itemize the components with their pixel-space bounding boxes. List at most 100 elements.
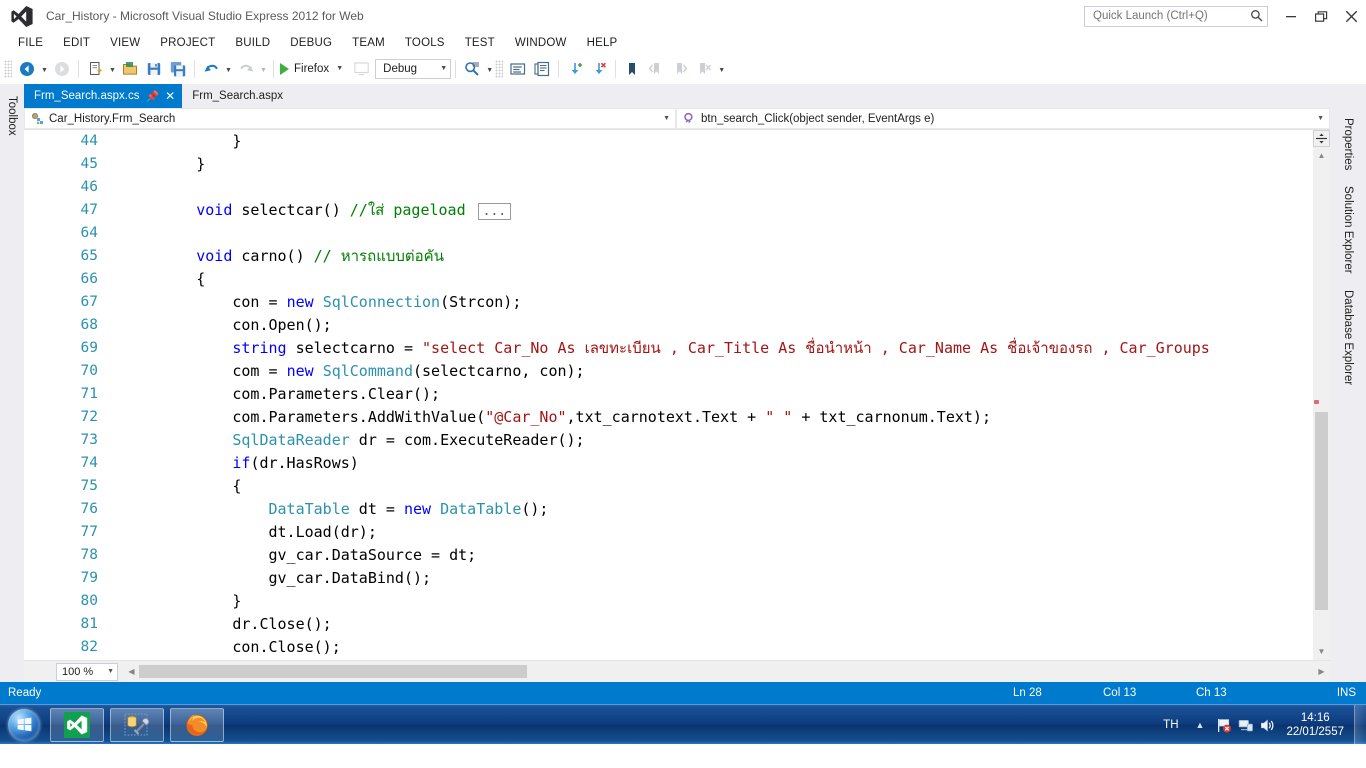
- clock[interactable]: 14:16 22/01/2557: [1278, 711, 1354, 739]
- comment-selection-icon[interactable]: [506, 57, 530, 81]
- code-line[interactable]: com = new SqlCommand(selectcarno, con);: [124, 360, 1313, 383]
- code-line[interactable]: com.Parameters.AddWithValue("@Car_No",tx…: [124, 406, 1313, 429]
- menu-view[interactable]: VIEW: [100, 34, 150, 52]
- code-line[interactable]: con.Open();: [124, 314, 1313, 337]
- menu-help[interactable]: HELP: [577, 34, 628, 52]
- horizontal-scroll-thumb[interactable]: [139, 665, 527, 678]
- toolbar-grip[interactable]: [4, 59, 12, 78]
- add-existing-item-icon[interactable]: [118, 57, 142, 81]
- split-view-handle[interactable]: [1313, 130, 1330, 147]
- start-button[interactable]: [4, 707, 44, 743]
- increase-indent-icon[interactable]: [563, 57, 587, 81]
- solution-configuration-select[interactable]: Debug ▼: [375, 58, 452, 79]
- taskbar-item-visual-studio[interactable]: [50, 707, 104, 742]
- sidebar-item-database-explorer[interactable]: Database Explorer: [1338, 282, 1358, 394]
- code-line[interactable]: com.Parameters.Clear();: [124, 383, 1313, 406]
- menu-tools[interactable]: TOOLS: [395, 34, 455, 52]
- tab-frm-search-aspx-cs[interactable]: Frm_Search.aspx.cs 📌 ✕: [24, 84, 183, 108]
- navigate-back-dropdown[interactable]: ▼: [39, 57, 50, 81]
- code-line[interactable]: dt.Load(dr);: [124, 521, 1313, 544]
- quick-launch-box[interactable]: [1084, 5, 1268, 27]
- code-line[interactable]: void selectcar() //ใส่ pageload ...: [124, 199, 1313, 222]
- menu-debug[interactable]: DEBUG: [280, 34, 342, 52]
- collapsed-region-marker[interactable]: ...: [477, 203, 512, 220]
- scroll-up-arrow[interactable]: ▲: [1313, 147, 1330, 164]
- toolbar-overflow-chevron[interactable]: ▼: [716, 57, 727, 81]
- menu-build[interactable]: BUILD: [225, 34, 280, 52]
- scroll-right-arrow[interactable]: ▶: [1313, 663, 1330, 680]
- horizontal-scroll-track[interactable]: [139, 663, 1313, 680]
- code-line[interactable]: [124, 222, 1313, 245]
- action-center-flag-icon[interactable]: [1212, 714, 1234, 736]
- code-line[interactable]: string selectcarno = "select Car_No As เ…: [124, 337, 1313, 360]
- start-debugging-dropdown[interactable]: ▼: [334, 65, 345, 72]
- menu-team[interactable]: TEAM: [342, 34, 395, 52]
- code-line[interactable]: [124, 176, 1313, 199]
- show-desktop-button[interactable]: [1354, 705, 1366, 745]
- menu-project[interactable]: PROJECT: [150, 34, 225, 52]
- code-text-surface[interactable]: } } void selectcar() //ใส่ pageload ... …: [124, 130, 1313, 660]
- close-button[interactable]: [1336, 3, 1366, 29]
- volume-icon[interactable]: [1256, 714, 1278, 736]
- code-line[interactable]: }: [124, 659, 1313, 660]
- toolbar-grip-2[interactable]: [495, 59, 504, 78]
- show-hidden-icons-chevron[interactable]: ▲: [1188, 720, 1213, 730]
- taskbar-item-sql-server-tool[interactable]: [110, 707, 164, 742]
- code-line[interactable]: dr.Close();: [124, 613, 1313, 636]
- decrease-indent-icon[interactable]: [587, 57, 611, 81]
- save-all-icon[interactable]: [166, 57, 190, 81]
- menu-window[interactable]: WINDOW: [505, 34, 577, 52]
- minimize-button[interactable]: [1276, 3, 1306, 29]
- code-editor[interactable]: 44 45 46 47 64 65 66 67 68 69 70 71 72 73 74 75 76 77 78 79…: [24, 130, 1330, 660]
- code-line[interactable]: SqlDataReader dr = com.ExecuteReader();: [124, 429, 1313, 452]
- uncomment-selection-icon[interactable]: [530, 57, 554, 81]
- code-line[interactable]: }: [124, 590, 1313, 613]
- code-line[interactable]: if(dr.HasRows): [124, 452, 1313, 475]
- network-icon[interactable]: [1234, 714, 1256, 736]
- find-in-files-icon[interactable]: [460, 57, 484, 81]
- editor-vertical-scrollbar[interactable]: ▲ ▼: [1313, 130, 1330, 660]
- scroll-left-arrow[interactable]: ◀: [124, 663, 139, 680]
- code-line[interactable]: void carno() // หารถแบบต่อคัน: [124, 245, 1313, 268]
- new-item-icon[interactable]: [83, 57, 107, 81]
- menu-edit[interactable]: EDIT: [53, 34, 100, 52]
- vertical-scroll-thumb[interactable]: [1315, 412, 1328, 610]
- code-line[interactable]: {: [124, 475, 1313, 498]
- restore-button[interactable]: [1306, 3, 1336, 29]
- vertical-scroll-track[interactable]: [1313, 164, 1330, 643]
- tab-frm-search-aspx[interactable]: Frm_Search.aspx: [182, 84, 290, 108]
- code-token: selectcarno =: [286, 339, 423, 357]
- code-line[interactable]: }: [124, 130, 1313, 153]
- menu-test[interactable]: TEST: [455, 34, 505, 52]
- navigate-back-icon[interactable]: [15, 57, 39, 81]
- undo-dropdown[interactable]: ▼: [223, 57, 234, 81]
- start-debugging-button[interactable]: Firefox ▼: [278, 57, 349, 81]
- member-dropdown[interactable]: btn_search_Click(object sender, EventArg…: [676, 108, 1330, 129]
- status-bar: Ready Ln 28 Col 13 Ch 13 INS: [0, 682, 1366, 704]
- tray-language-indicator[interactable]: TH: [1154, 719, 1187, 731]
- quick-launch-input[interactable]: [1093, 10, 1250, 22]
- sidebar-item-solution-explorer[interactable]: Solution Explorer: [1338, 178, 1358, 282]
- code-line[interactable]: gv_car.DataSource = dt;: [124, 544, 1313, 567]
- save-icon[interactable]: [142, 57, 166, 81]
- new-item-dropdown[interactable]: ▼: [107, 57, 118, 81]
- code-line[interactable]: con = new SqlConnection(Strcon);: [124, 291, 1313, 314]
- undo-icon[interactable]: [199, 57, 223, 81]
- code-line[interactable]: DataTable dt = new DataTable();: [124, 498, 1313, 521]
- find-dropdown[interactable]: ▼: [484, 57, 495, 81]
- zoom-level-select[interactable]: 100 % ▼: [56, 662, 118, 681]
- sidebar-item-toolbox[interactable]: Toolbox: [2, 88, 22, 144]
- scroll-down-arrow[interactable]: ▼: [1313, 643, 1330, 660]
- outlining-margin[interactable]: +-: [102, 130, 141, 660]
- sidebar-item-properties[interactable]: Properties: [1338, 110, 1358, 179]
- type-dropdown[interactable]: Car_History.Frm_Search ▼: [24, 108, 676, 129]
- close-icon[interactable]: ✕: [165, 89, 175, 103]
- code-line[interactable]: }: [124, 153, 1313, 176]
- menu-file[interactable]: FILE: [8, 34, 53, 52]
- code-line[interactable]: con.Close();: [124, 636, 1313, 659]
- pin-icon[interactable]: 📌: [145, 90, 159, 103]
- taskbar-item-firefox[interactable]: [170, 707, 224, 742]
- toggle-bookmark-icon[interactable]: [620, 57, 644, 81]
- code-line[interactable]: {: [124, 268, 1313, 291]
- code-line[interactable]: gv_car.DataBind();: [124, 567, 1313, 590]
